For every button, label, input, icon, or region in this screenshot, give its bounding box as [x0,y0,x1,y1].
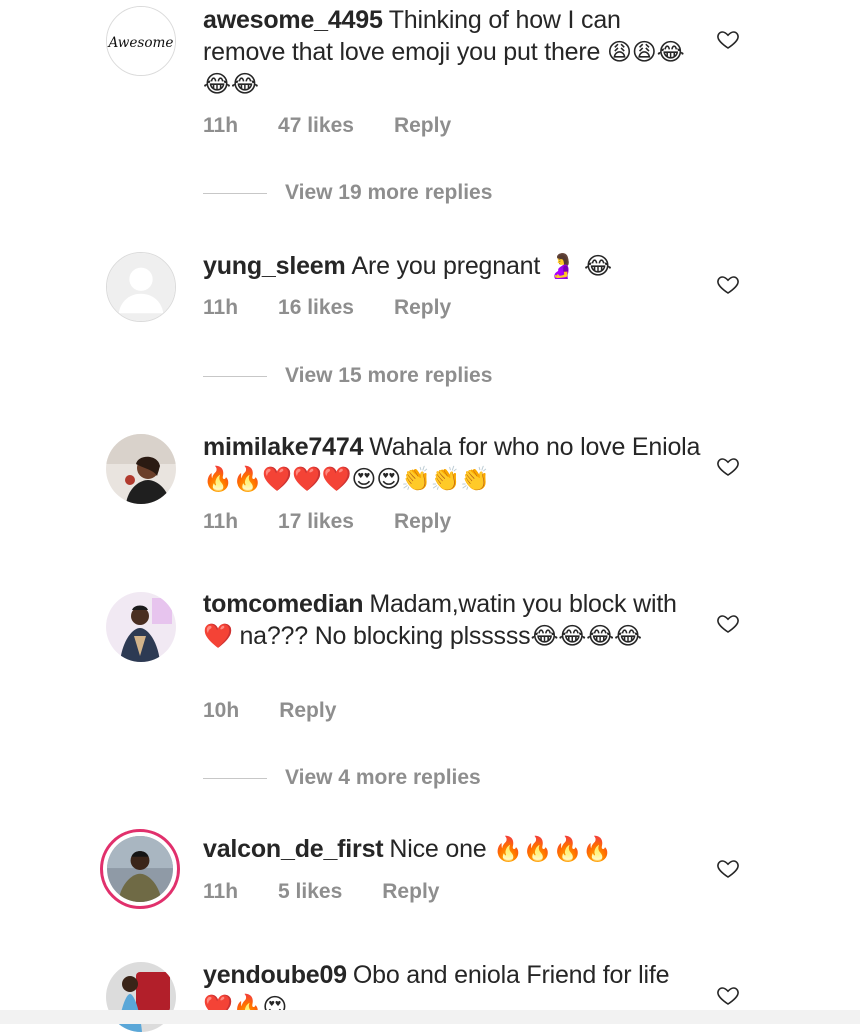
comment-time: 11h [203,880,239,903]
default-avatar-icon [107,253,175,321]
comment-username[interactable]: valcon_de_first [203,835,384,863]
comment-text: tomcomedian Madam,watin you block with ❤️… [203,588,703,652]
divider-line [203,777,267,779]
user-photo [106,592,176,662]
comment-username[interactable]: yendoube09 [203,961,347,989]
comment-likes[interactable]: 16 likes [278,296,354,320]
comment-body: Madam,watin you block with [369,590,677,618]
avatar-with-story-ring[interactable] [100,829,180,909]
comment-username[interactable]: awesome_4495 [203,6,383,34]
view-more-replies[interactable]: View 15 more replies [203,364,492,388]
comment-text: mimilake7474 Wahala for who no love Eniol… [203,431,703,495]
heart-outline-icon[interactable] [716,856,740,880]
divider-line [203,375,267,377]
heart-outline-icon[interactable] [716,983,740,1007]
view-more-replies[interactable]: View 19 more replies [203,181,492,205]
avatar-photo-frame [107,836,173,902]
view-more-replies[interactable]: View 4 more replies [203,766,481,790]
heart-outline-icon[interactable] [716,272,740,296]
comment-time: 11h [203,114,239,137]
comment-text: valcon_de_first Nice one 🔥🔥🔥🔥 [203,833,703,865]
view-replies-label: View 19 more replies [285,181,493,204]
user-photo [106,434,176,504]
comment-time: 10h [203,699,240,722]
reply-button[interactable]: Reply [394,510,451,534]
comment-body-continued: na??? No blocking plsssss [239,622,531,650]
comment-text: yung_sleem Are you pregnant 🤰 😂 [203,250,703,282]
comment-time: 11h [203,510,239,533]
comment-body: Wahala for who no love Eniola [369,433,701,461]
avatar[interactable] [106,592,176,662]
comment-emoji-inline: ❤️ [203,622,233,650]
svg-text:Awesome: Awesome [107,35,173,51]
comment-emojis: 🤰 😂 [546,252,612,280]
comment-likes[interactable]: 5 likes [278,880,342,904]
reply-button[interactable]: Reply [394,114,451,138]
reply-button[interactable]: Reply [394,296,451,320]
comment-body: Are you pregnant [351,252,541,280]
heart-outline-icon[interactable] [716,27,740,51]
comment-username[interactable]: yung_sleem [203,252,346,280]
comment-emojis: 🔥🔥❤️❤️❤️😍😍👏👏👏 [203,465,491,493]
comment-username[interactable]: mimilake7474 [203,433,363,461]
comment-meta: 11h 5 likes Reply [203,880,439,904]
view-replies-label: View 15 more replies [285,364,493,387]
comment-emojis: 😂😂😂😂 [530,622,642,650]
comment-time: 11h [203,296,239,319]
avatar[interactable]: Awesome [106,6,176,76]
comment-meta: 10h Reply [203,699,336,723]
comment-likes[interactable]: 17 likes [278,510,354,534]
avatar-logo: Awesome [107,7,175,75]
view-replies-label: View 4 more replies [285,766,481,789]
comment-meta: 11h 47 likes Reply [203,114,451,138]
heart-outline-icon[interactable] [716,454,740,478]
comment-emojis: 🔥🔥🔥🔥 [493,835,612,863]
comment-meta: 11h 16 likes Reply [203,296,451,320]
reply-button[interactable]: Reply [382,880,439,904]
comment-text: awesome_4495 Thinking of how I can remove… [203,4,703,100]
comment-username[interactable]: tomcomedian [203,590,364,618]
heart-outline-icon[interactable] [716,611,740,635]
comment-meta: 11h 17 likes Reply [203,510,451,534]
reply-button[interactable]: Reply [279,699,336,723]
avatar[interactable] [106,434,176,504]
divider-line [203,192,267,194]
comment-body: Obo and eniola Friend for life [352,961,670,989]
avatar[interactable] [106,252,176,322]
comment-likes[interactable]: 47 likes [278,114,354,138]
user-photo [107,836,173,902]
bottom-edge-bar [0,1010,860,1024]
comment-body: Nice one [389,835,487,863]
